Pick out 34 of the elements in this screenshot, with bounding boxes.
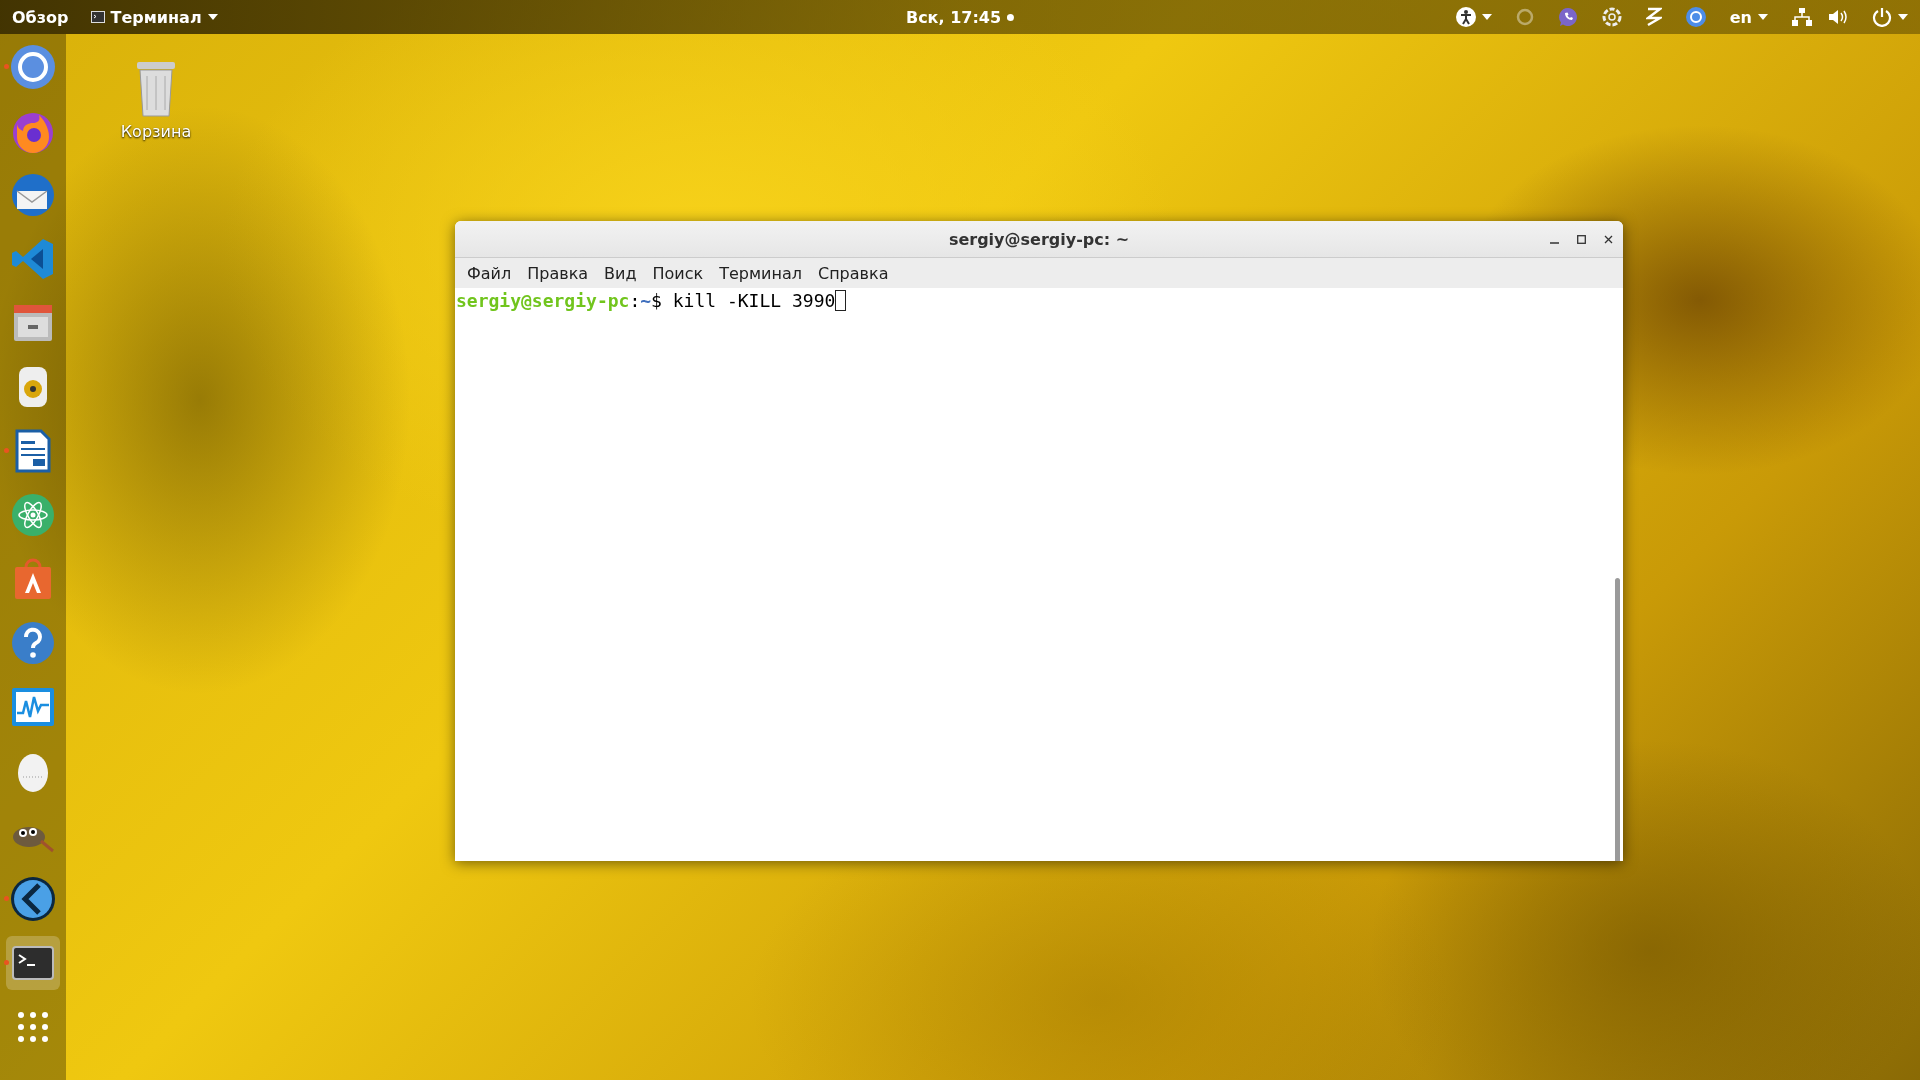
caret-icon xyxy=(1481,14,1492,20)
phone-icon[interactable] xyxy=(1557,7,1578,27)
volume-icon[interactable] xyxy=(1828,8,1848,26)
clock[interactable]: Вск, 17:45 xyxy=(905,7,1002,27)
menu-item[interactable]: Справка xyxy=(809,263,897,283)
zigzag-icon[interactable] xyxy=(1645,7,1662,27)
terminal-icon xyxy=(90,11,105,23)
running-indicator-icon xyxy=(4,448,9,453)
running-indicator-icon xyxy=(4,896,9,901)
ring-icon[interactable] xyxy=(1685,7,1706,27)
maximize-icon[interactable] xyxy=(1577,234,1586,244)
menu-item[interactable]: Правка xyxy=(519,263,597,283)
activities-button[interactable]: Обзор xyxy=(12,7,69,27)
close-icon[interactable] xyxy=(1604,234,1613,244)
menu-item[interactable]: Поиск xyxy=(644,263,712,283)
caret-icon xyxy=(207,14,218,20)
running-indicator-icon xyxy=(4,960,9,965)
terminal-icon[interactable] xyxy=(6,936,60,990)
running-indicator-icon xyxy=(4,64,9,69)
caret-icon xyxy=(1758,14,1768,20)
menu-item[interactable]: Терминал xyxy=(711,263,810,283)
aperture-icon[interactable] xyxy=(1601,7,1622,27)
scrollbar[interactable] xyxy=(1615,578,1620,861)
language-menu[interactable]: en xyxy=(1729,7,1768,27)
accessibility-icon[interactable] xyxy=(1455,7,1476,27)
command-line: sergiy@sergiy-pc:~$ kill -KILL 3990 xyxy=(456,290,1623,311)
menu-item[interactable]: Вид xyxy=(596,263,645,283)
menu-item[interactable]: Файл xyxy=(459,263,520,283)
app-menu[interactable]: Терминал xyxy=(90,7,218,27)
caret-icon xyxy=(1898,14,1908,20)
window-title: sergiy@sergiy-pc: ~ xyxy=(948,229,1130,249)
network-icon[interactable] xyxy=(1792,8,1812,26)
text-cursor xyxy=(835,290,847,311)
power-icon[interactable] xyxy=(1872,7,1892,27)
